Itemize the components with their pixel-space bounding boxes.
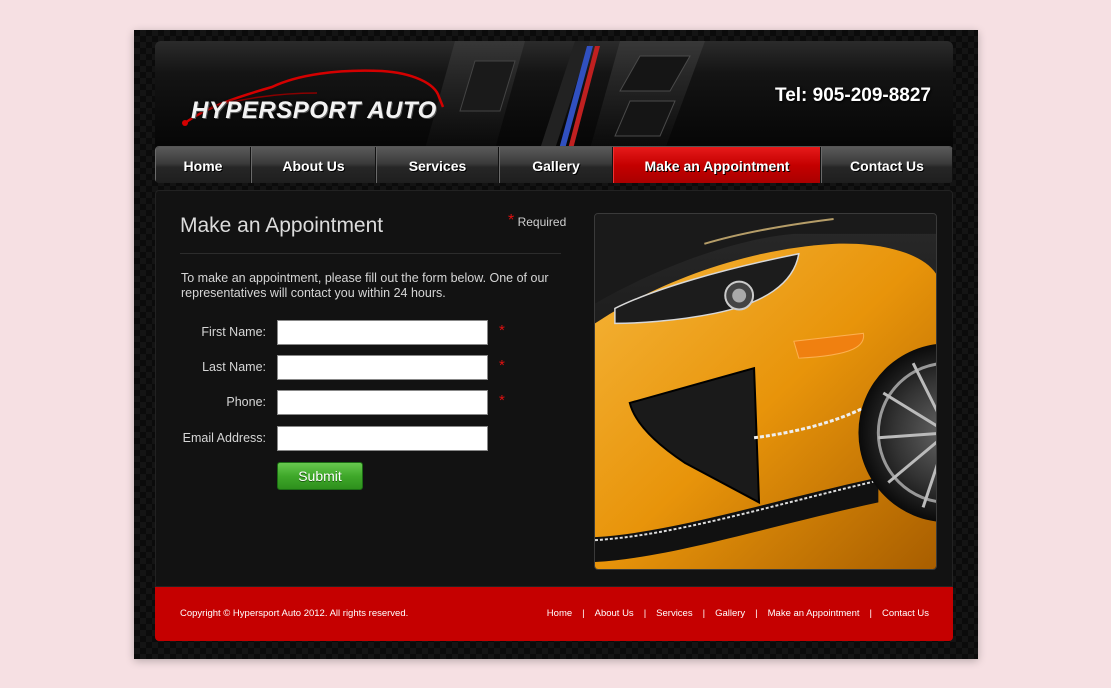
phone-number: Tel: 905-209-8827 (775, 85, 931, 106)
footer-link-home[interactable]: Home (547, 608, 572, 619)
car-photo (594, 213, 937, 570)
nav-item-services[interactable]: Services (376, 147, 499, 183)
nav-item-contact-us[interactable]: Contact Us (821, 147, 953, 183)
footer-separator: | (643, 608, 647, 619)
footer-links: Home | About Us | Services | Gallery | M… (547, 608, 929, 619)
form-row-phone: Phone: * (156, 390, 536, 416)
last-name-field[interactable] (277, 355, 488, 380)
email-field[interactable] (277, 426, 488, 451)
first-name-label: First Name: (201, 325, 266, 339)
copyright-text: Copyright © Hypersport Auto 2012. All ri… (180, 608, 409, 619)
footer-link-contact-us[interactable]: Contact Us (882, 608, 929, 619)
nav-item-make-an-appointment[interactable]: Make an Appointment (613, 147, 821, 183)
footer-separator: | (755, 608, 758, 619)
footer-link-services[interactable]: Services (656, 608, 692, 619)
last-name-label: Last Name: (202, 360, 266, 374)
submit-button[interactable]: Submit (277, 462, 363, 490)
footer: Copyright © Hypersport Auto 2012. All ri… (155, 587, 953, 641)
form-row-first-name: First Name: * (156, 320, 536, 346)
first-name-field[interactable] (277, 320, 488, 345)
site-wrapper: HYPERSPORT AUTO Tel: 905-209-8827 Home A… (134, 30, 978, 659)
footer-separator: | (869, 608, 872, 619)
nav-item-about-us[interactable]: About Us (251, 147, 376, 183)
first-name-required-star: * (499, 322, 505, 339)
footer-link-make-an-appointment[interactable]: Make an Appointment (768, 608, 860, 619)
header-banner: HYPERSPORT AUTO Tel: 905-209-8827 (155, 41, 953, 149)
email-label: Email Address: (182, 431, 266, 445)
footer-link-about-us[interactable]: About Us (595, 608, 634, 619)
footer-link-gallery[interactable]: Gallery (715, 608, 745, 619)
main-nav: Home About Us Services Gallery Make an A… (155, 146, 953, 183)
engine-graphic (425, 41, 705, 149)
nav-item-gallery[interactable]: Gallery (499, 147, 613, 183)
last-name-required-star: * (499, 357, 505, 374)
phone-label: Phone: (226, 395, 266, 409)
form-row-last-name: Last Name: * (156, 355, 536, 381)
phone-required-star: * (499, 392, 505, 409)
form-row-email: Email Address: (156, 426, 536, 452)
footer-separator: | (582, 608, 585, 619)
footer-separator: | (702, 608, 706, 619)
appointment-form: First Name: * Last Name: * Phone: * Emai… (156, 191, 576, 531)
nav-item-home[interactable]: Home (155, 147, 251, 183)
content-panel: Make an Appointment * Required To make a… (155, 190, 953, 587)
logo-text[interactable]: HYPERSPORT AUTO (191, 97, 437, 125)
phone-field[interactable] (277, 390, 488, 415)
